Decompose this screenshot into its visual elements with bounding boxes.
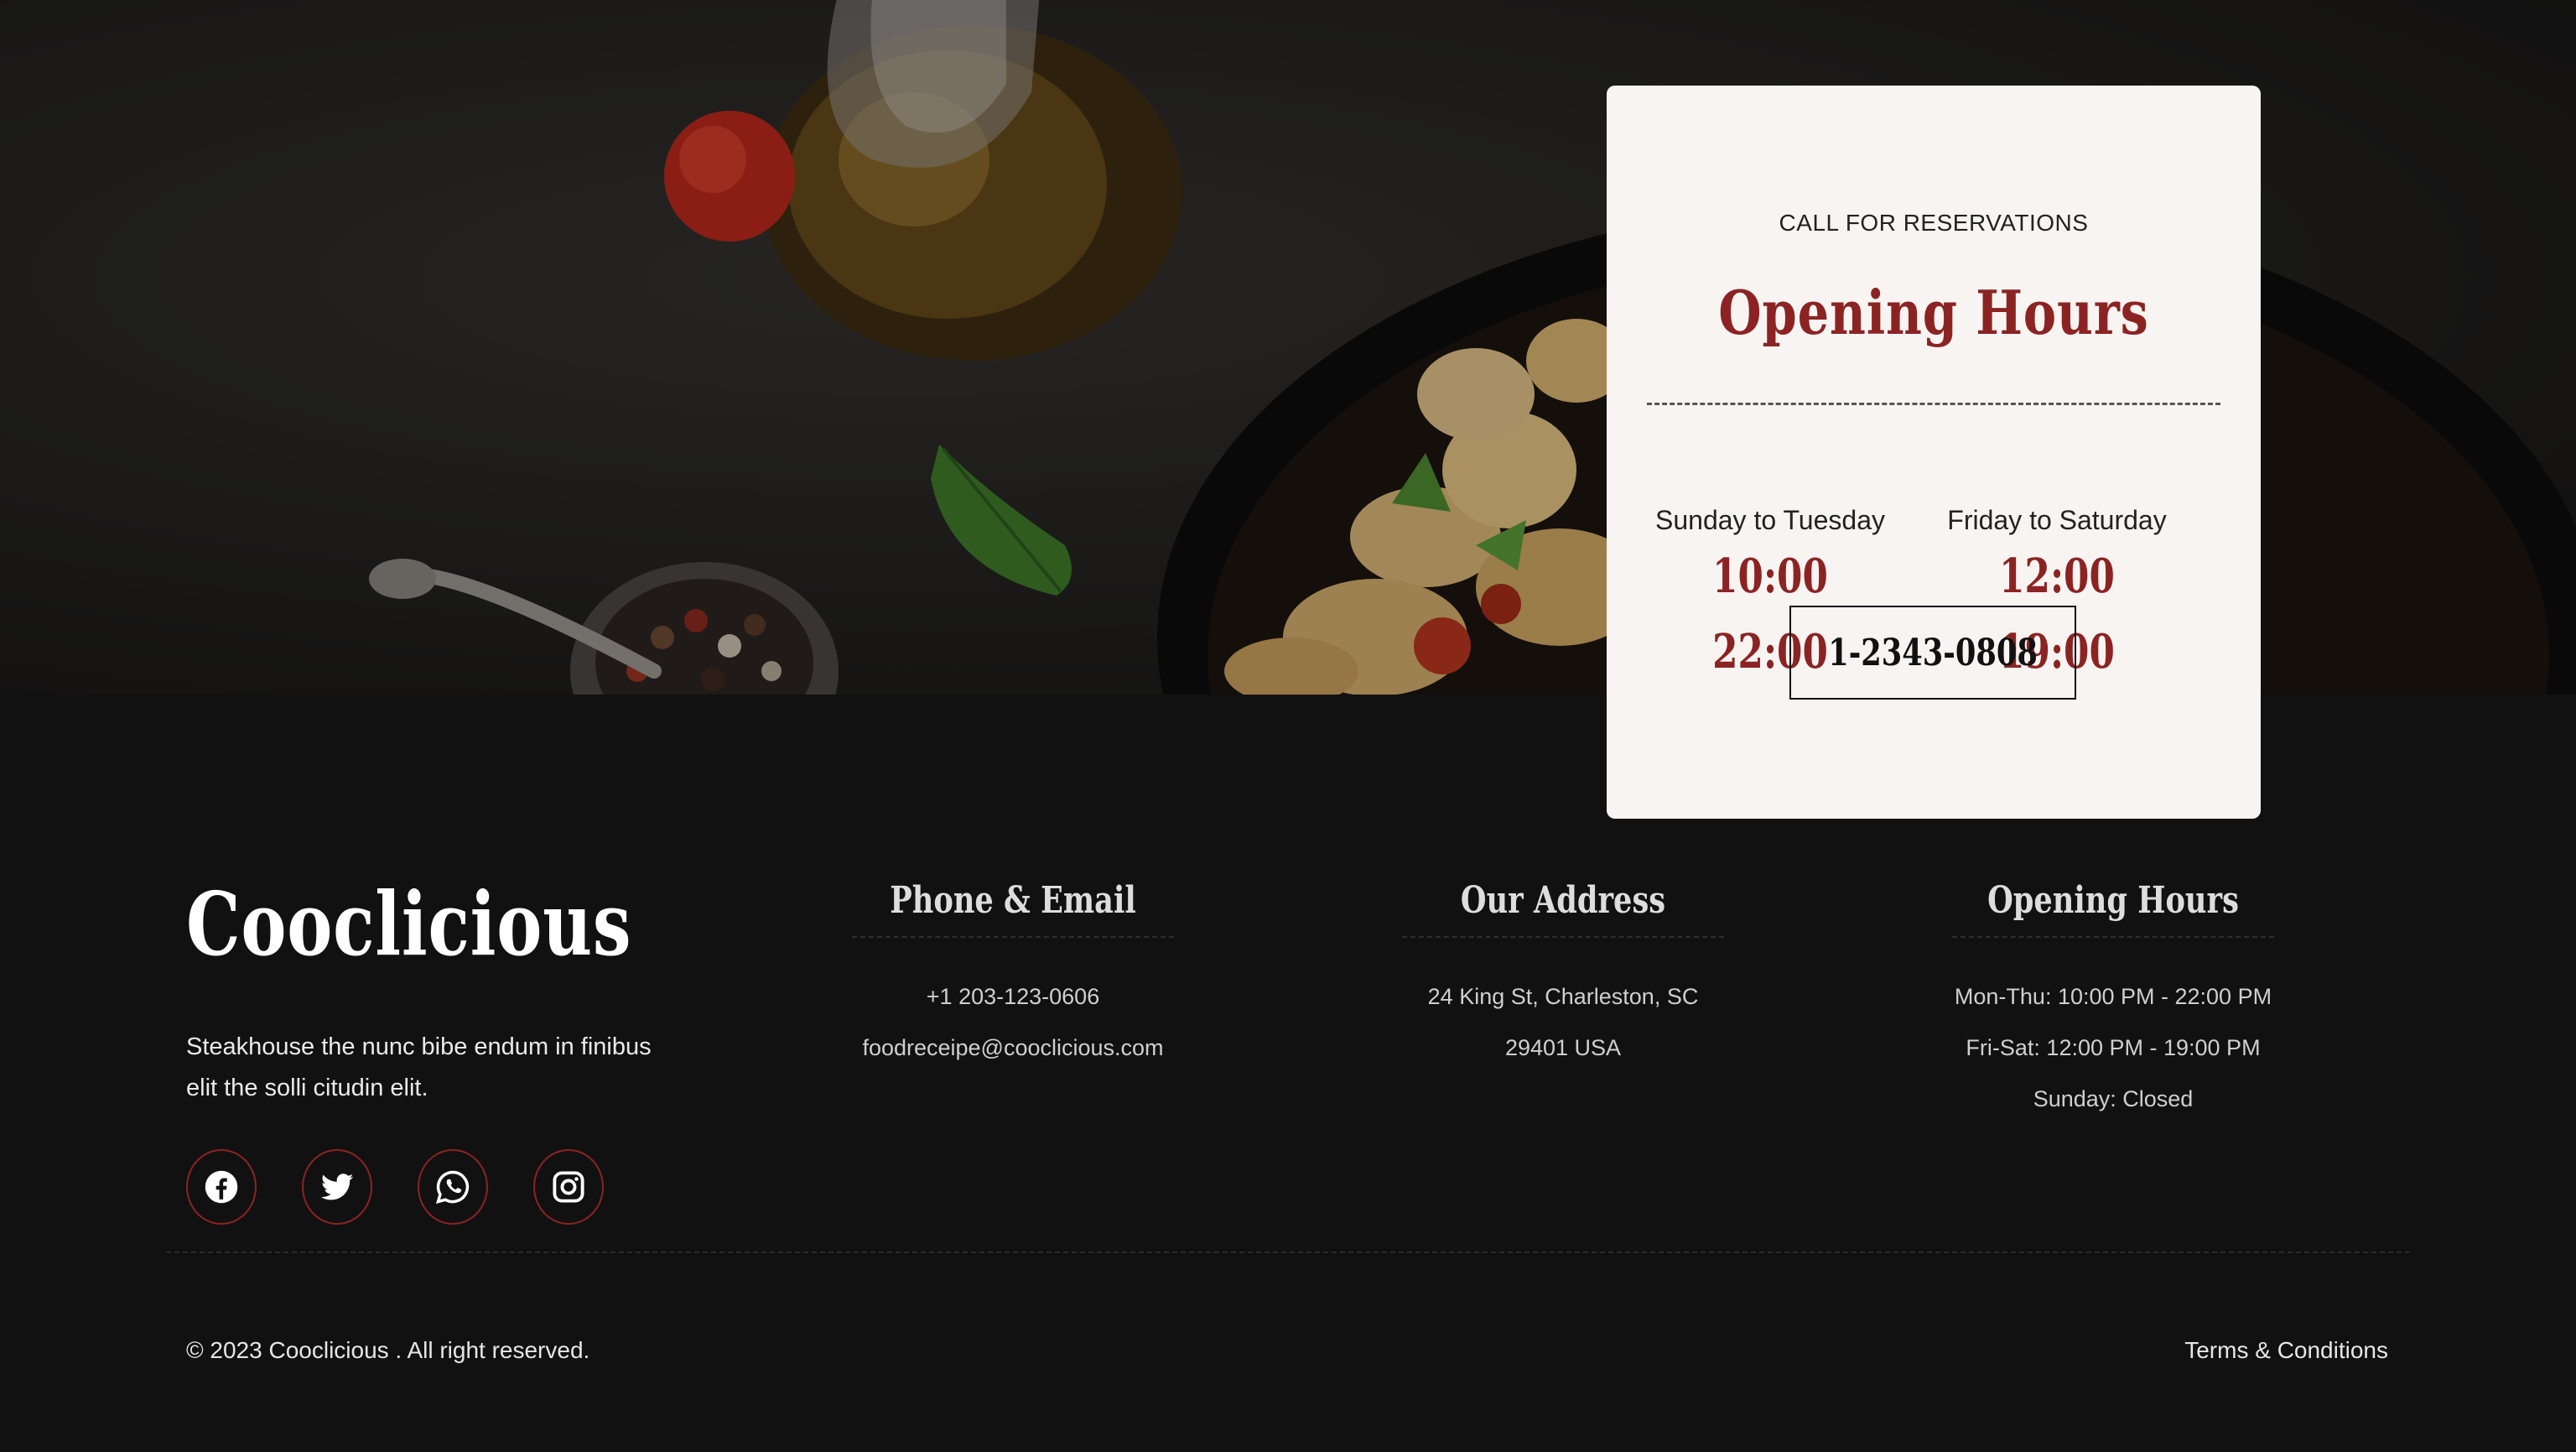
hours-line: Fri-Sat: 12:00 PM - 19:00 PM [1966, 1035, 2261, 1060]
address-heading: Our Address [1460, 879, 1666, 922]
hours-line: Sunday: Closed [2033, 1086, 2194, 1111]
twitter-link[interactable] [302, 1149, 372, 1225]
footer-hours-column: Opening Hours Mon-Thu: 10:00 PM - 22:00 … [1945, 872, 2281, 1125]
footer-contact-column: Phone & Email +1 203-123-0606 foodreceip… [845, 872, 1181, 1074]
card-divider [1647, 403, 2220, 405]
instagram-link[interactable] [533, 1149, 604, 1225]
address-line: 24 King St, Charleston, SC [1427, 984, 1699, 1009]
terms-link[interactable]: Terms & Conditions [2184, 1337, 2388, 1364]
hours-line: Mon-Thu: 10:00 PM - 22:00 PM [1954, 984, 2272, 1009]
social-links [186, 1149, 604, 1225]
contact-email-link[interactable]: foodreceipe@cooclicious.com [845, 1023, 1181, 1074]
footer-address-column: Our Address 24 King St, Charleston, SC 2… [1395, 872, 1731, 1074]
instagram-icon [553, 1171, 584, 1203]
twitter-icon [320, 1174, 354, 1200]
hours-heading: Opening Hours [1987, 879, 2239, 922]
reservation-eyebrow: CALL FOR RESERVATIONS [1779, 210, 2089, 236]
brand-logo[interactable]: Cooclicious [186, 872, 631, 976]
facebook-link[interactable] [186, 1149, 257, 1225]
whatsapp-link[interactable] [418, 1149, 488, 1225]
column-divider [852, 936, 1174, 938]
days-label: Friday to Saturday [1947, 505, 2167, 535]
whatsapp-icon [435, 1170, 470, 1204]
reservation-phone-button[interactable]: 1-2343-0808 [1789, 606, 2076, 700]
contact-phone-link[interactable]: +1 203-123-0606 [845, 971, 1181, 1023]
column-divider [1952, 936, 2274, 938]
brand-description: Steakhouse the nunc bibe endum in finibu… [186, 1033, 652, 1101]
column-divider [1402, 936, 1724, 938]
address-line: 29401 USA [1504, 1035, 1622, 1060]
footer-divider [166, 1252, 2410, 1253]
reservation-phone-label: 1-2343-0808 [1828, 631, 2038, 674]
contact-heading: Phone & Email [890, 879, 1136, 922]
facebook-icon [205, 1170, 238, 1204]
reservation-card: CALL FOR RESERVATIONS Opening Hours Sund… [1607, 86, 2261, 819]
copyright-text: © 2023 Cooclicious . All right reserved. [186, 1337, 590, 1363]
reservation-title: Opening Hours [1718, 277, 2149, 348]
days-label: Sunday to Tuesday [1655, 505, 1885, 535]
